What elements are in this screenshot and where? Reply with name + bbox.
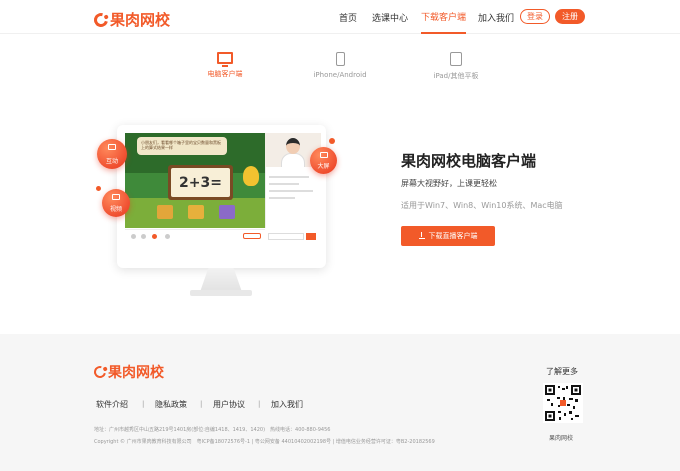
teacher-head — [286, 138, 300, 154]
nav-join-us[interactable]: 加入我们 — [478, 0, 514, 34]
blackboard: 2+3= — [168, 165, 233, 200]
hero-title: 果肉网校电脑客户端 — [401, 152, 537, 170]
tab-label: iPhone/Android — [313, 71, 367, 79]
chat-message — [269, 183, 299, 185]
tab-mobile[interactable]: iPhone/Android — [295, 52, 385, 79]
control-dot — [165, 234, 170, 239]
footer-separator: | — [200, 400, 203, 408]
badge-label: 视频 — [109, 206, 122, 213]
tab-pc-client[interactable]: 电脑客户端 — [180, 52, 270, 79]
logo-mark-icon — [91, 363, 109, 381]
treasure-chest — [157, 205, 173, 219]
download-button-label: 下载直播客户端 — [428, 232, 478, 240]
qr-caption: 果肉网校 — [549, 435, 574, 442]
phone-icon — [335, 52, 345, 66]
control-button — [243, 233, 261, 239]
screen-icon — [319, 152, 328, 158]
tab-tablet[interactable]: iPad/其他平板 — [411, 52, 501, 81]
video-icon — [112, 194, 120, 200]
chat-message — [269, 197, 295, 199]
chat-send-button — [306, 233, 316, 240]
nav-course-center[interactable]: 选课中心 — [372, 0, 408, 34]
decor-dot — [96, 186, 101, 191]
qr-code — [543, 383, 583, 423]
nav-download-client[interactable]: 下载客户端 — [421, 0, 467, 34]
nav-home[interactable]: 首页 — [339, 0, 357, 34]
chat-icon — [108, 144, 116, 150]
footer-address: 地址：广州市越秀区中山五路219号1401房(部位:自编1418、1419、14… — [94, 427, 331, 433]
download-icon — [418, 232, 425, 239]
footer-copyright: Copyright © 广州市果肉教育科技有限公司 粤ICP备18072576号… — [94, 439, 435, 445]
control-dot-active — [152, 234, 157, 239]
monitor-base — [190, 290, 252, 296]
chat-message — [269, 176, 309, 178]
footer-link-join-us[interactable]: 加入我们 — [271, 399, 303, 410]
chat-input — [268, 233, 304, 240]
site-logo[interactable]: 果肉网校 — [91, 9, 171, 30]
tab-label: iPad/其他平板 — [433, 72, 479, 80]
hero-subtitle: 屏幕大视野好，上课更轻松 — [401, 179, 497, 188]
learn-more-label: 了解更多 — [546, 367, 578, 376]
login-button[interactable]: 登录 — [520, 9, 550, 24]
footer-link-privacy[interactable]: 隐私政策 — [155, 399, 187, 410]
speech-bubble: 小朋友们，看看哪个箱子里的宝贝数量和黑板上的算式结果一样 — [137, 137, 227, 155]
badge-label: 互动 — [105, 158, 118, 165]
footer-link-software[interactable]: 软件介绍 — [96, 399, 128, 410]
mascot-character — [243, 166, 259, 186]
logo-mark-icon — [91, 9, 111, 30]
footer-link-user-agreement[interactable]: 用户协议 — [213, 399, 245, 410]
chat-message — [269, 190, 313, 192]
tab-label: 电脑客户端 — [207, 70, 243, 78]
footer-separator: | — [142, 400, 145, 408]
footer-separator: | — [258, 400, 261, 408]
badge-label: 大屏 — [317, 163, 330, 170]
control-dot — [131, 234, 136, 239]
logo-text: 果肉网校 — [108, 365, 164, 381]
treasure-chest — [219, 205, 235, 219]
monitor-icon — [217, 52, 233, 67]
qr-code-icon — [545, 385, 581, 421]
treasure-chest — [188, 205, 204, 219]
decor-dot — [329, 138, 335, 144]
math-equation: 2+3= — [171, 168, 230, 197]
footer-logo[interactable]: 果肉网校 — [91, 362, 164, 382]
tablet-icon — [450, 52, 462, 66]
video-badge: 视频 — [102, 189, 130, 217]
monitor-stand — [200, 268, 242, 292]
logo-text: 果肉网校 — [110, 11, 171, 29]
compatibility-text: 适用于Win7、Win8、Win10系统、Mac电脑 — [401, 201, 563, 210]
interact-badge: 互动 — [97, 139, 127, 169]
control-dot — [141, 234, 146, 239]
download-client-button[interactable]: 下载直播客户端 — [401, 226, 495, 246]
teacher-body — [281, 153, 305, 167]
register-button[interactable]: 注册 — [555, 9, 585, 24]
bigscreen-badge: 大屏 — [310, 147, 337, 174]
